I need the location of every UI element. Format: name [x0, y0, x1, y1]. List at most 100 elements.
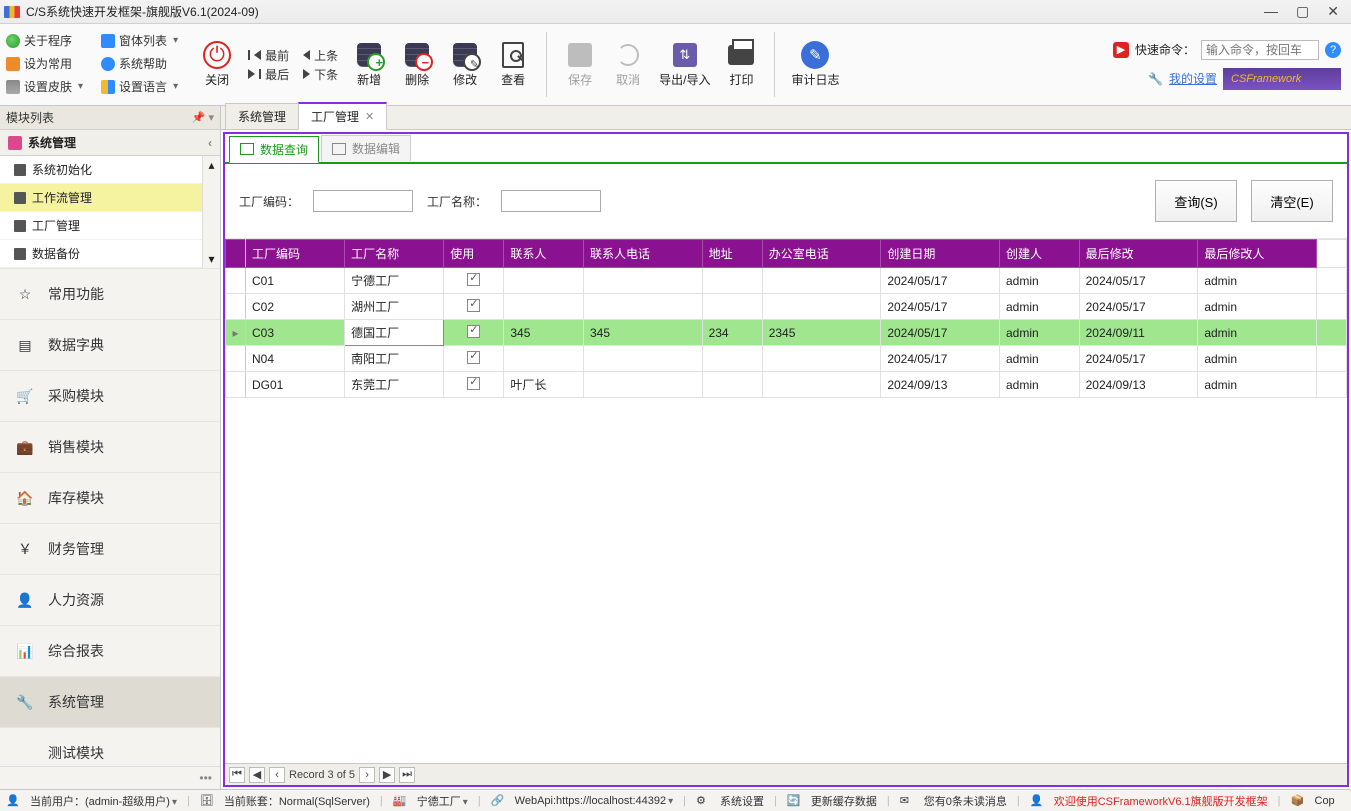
- edit-button[interactable]: 修改: [448, 41, 482, 88]
- query-button[interactable]: 查询(S): [1155, 180, 1237, 222]
- save-icon: [568, 43, 592, 67]
- quickcmd-label: 快速命令：: [1135, 41, 1195, 58]
- grid-icon: [240, 143, 254, 155]
- cube-icon: 📦: [1291, 794, 1305, 808]
- minimize-button[interactable]: —: [1264, 3, 1278, 20]
- col-header[interactable]: 创建日期: [881, 240, 1000, 268]
- module-item-6[interactable]: 👤人力资源: [0, 574, 220, 625]
- delete-button[interactable]: 删除: [400, 41, 434, 88]
- col-header[interactable]: 工厂名称: [345, 240, 444, 268]
- col-header[interactable]: 使用: [444, 240, 504, 268]
- view-button[interactable]: 查看: [496, 41, 530, 88]
- pager-slider2[interactable]: ›: [359, 767, 375, 783]
- col-header[interactable]: 最后修改: [1079, 240, 1198, 268]
- factory-code-input[interactable]: [313, 190, 413, 212]
- wrench-icon: 🔧: [1148, 72, 1163, 86]
- module-item-1[interactable]: ▤数据字典: [0, 319, 220, 370]
- col-header[interactable]: 最后修改人: [1198, 240, 1317, 268]
- help-link[interactable]: 系统帮助: [101, 55, 178, 72]
- tab-1[interactable]: 工厂管理✕: [298, 102, 387, 130]
- module-icon: [12, 740, 38, 766]
- tree-item-0[interactable]: 系统初始化: [0, 156, 202, 184]
- pager-first[interactable]: ⏮: [229, 767, 245, 783]
- subtab-edit[interactable]: 数据编辑: [321, 135, 411, 161]
- status-syscfg[interactable]: 系统设置: [720, 793, 764, 809]
- cube-icon: [14, 164, 26, 176]
- close-window-button[interactable]: ✕: [1327, 3, 1339, 20]
- sidebar-category[interactable]: 系统管理 ‹: [0, 130, 220, 156]
- module-icon: ☆: [12, 281, 38, 307]
- sidebar-footer[interactable]: •••: [0, 766, 220, 789]
- save-button: 保存: [563, 41, 597, 88]
- nav-first[interactable]: 最前: [248, 47, 289, 64]
- skin-link[interactable]: 设置皮肤: [6, 78, 83, 95]
- factory-name-input[interactable]: [501, 190, 601, 212]
- module-item-8[interactable]: 🔧系统管理: [0, 676, 220, 727]
- col-header[interactable]: 工厂编码: [246, 240, 345, 268]
- module-item-5[interactable]: ￥财务管理: [0, 523, 220, 574]
- person-icon: 👤: [1030, 794, 1044, 808]
- nav-next[interactable]: 下条: [303, 66, 338, 83]
- status-msg[interactable]: 您有0条未读消息: [924, 793, 1007, 809]
- maximize-button[interactable]: ▢: [1296, 3, 1309, 20]
- table-row[interactable]: C02湖州工厂2024/05/17admin2024/05/17admin: [226, 294, 1347, 320]
- col-header[interactable]: 办公室电话: [762, 240, 881, 268]
- status-user[interactable]: 当前用户：(admin-超级用户): [30, 793, 177, 809]
- about-link[interactable]: 关于程序: [6, 32, 83, 49]
- link-icon: 🔗: [491, 794, 505, 808]
- add-button[interactable]: 新增: [352, 41, 386, 88]
- tab-close-icon[interactable]: ✕: [365, 110, 374, 123]
- module-item-7[interactable]: 📊综合报表: [0, 625, 220, 676]
- pin-icon[interactable]: 📌 ▾: [192, 111, 214, 124]
- table-row[interactable]: DG01东莞工厂叶厂长2024/09/13admin2024/09/13admi…: [226, 372, 1347, 398]
- module-item-9[interactable]: 测试模块: [0, 727, 220, 766]
- power-icon: ⏻: [203, 41, 231, 69]
- col-header[interactable]: 创建人: [1000, 240, 1080, 268]
- close-button[interactable]: ⏻ 关闭: [200, 41, 234, 88]
- user-icon: 👤: [6, 794, 20, 808]
- quickcmd-input[interactable]: [1201, 40, 1319, 60]
- col-header[interactable]: 地址: [702, 240, 762, 268]
- table-row[interactable]: ▸C03德国工厂34534523423452024/05/17admin2024…: [226, 320, 1347, 346]
- lang-link[interactable]: 设置语言: [101, 78, 178, 95]
- status-refresh[interactable]: 更新缓存数据: [811, 793, 877, 809]
- tree-item-3[interactable]: 数据备份: [0, 240, 202, 268]
- nav-last[interactable]: 最后: [248, 66, 289, 83]
- factory-icon: 🏭: [393, 794, 407, 808]
- setcommon-link[interactable]: 设为常用: [6, 55, 83, 72]
- tree-item-2[interactable]: 工厂管理: [0, 212, 202, 240]
- status-factory[interactable]: 宁德工厂: [417, 793, 468, 809]
- module-item-2[interactable]: 🛒采购模块: [0, 370, 220, 421]
- tree-scrollbar[interactable]: ▴▾: [202, 156, 220, 268]
- subtab-query[interactable]: 数据查询: [229, 136, 319, 163]
- module-item-4[interactable]: 🏠库存模块: [0, 472, 220, 523]
- status-account: 当前账套：Normal(SqlServer): [224, 793, 370, 809]
- data-grid[interactable]: 工厂编码工厂名称使用联系人联系人电话地址办公室电话创建日期创建人最后修改最后修改…: [225, 239, 1347, 763]
- undo-icon: [617, 44, 639, 66]
- table-row[interactable]: N04南阳工厂2024/05/17admin2024/05/17admin: [226, 346, 1347, 372]
- pager-prev[interactable]: ◀: [249, 767, 265, 783]
- quickcmd-help-icon[interactable]: ?: [1325, 42, 1341, 58]
- print-button[interactable]: 打印: [724, 41, 758, 88]
- clear-button[interactable]: 清空(E): [1251, 180, 1333, 222]
- pager-next[interactable]: ▶: [379, 767, 395, 783]
- tree-item-1[interactable]: 工作流管理: [0, 184, 202, 212]
- pager-last[interactable]: ⏭: [399, 767, 415, 783]
- module-icon: 🛒: [12, 383, 38, 409]
- io-button[interactable]: ⇅导出/导入: [659, 41, 710, 88]
- module-item-3[interactable]: 💼销售模块: [0, 421, 220, 472]
- table-row[interactable]: C01宁德工厂2024/05/17admin2024/05/17admin: [226, 268, 1347, 294]
- module-item-0[interactable]: ☆常用功能: [0, 268, 220, 319]
- cube-icon: [14, 220, 26, 232]
- toolbar: 关于程序 窗体列表 设为常用 系统帮助 设置皮肤 设置语言 ⏻ 关闭 最前 最后…: [0, 24, 1351, 106]
- col-header[interactable]: 联系人: [504, 240, 584, 268]
- tab-0[interactable]: 系统管理: [225, 103, 299, 129]
- my-settings-link[interactable]: 我的设置: [1169, 70, 1217, 87]
- nav-prev[interactable]: 上条: [303, 47, 338, 64]
- status-webapi[interactable]: WebApi:https://localhost:44392: [515, 795, 673, 807]
- print-icon: [728, 45, 754, 65]
- formlist-link[interactable]: 窗体列表: [101, 32, 178, 49]
- pager-slider[interactable]: ‹: [269, 767, 285, 783]
- audit-button[interactable]: ✎审计日志: [791, 41, 839, 88]
- col-header[interactable]: 联系人电话: [583, 240, 702, 268]
